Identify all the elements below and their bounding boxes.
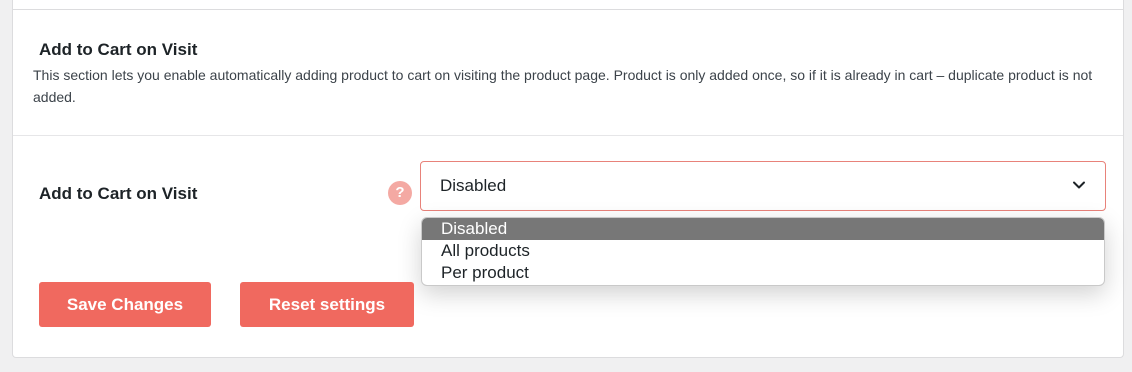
option-all-products[interactable]: All products	[422, 240, 1104, 262]
reset-settings-button[interactable]: Reset settings	[240, 282, 414, 327]
section-description: This section lets you enable automatical…	[33, 67, 1093, 105]
chevron-down-icon	[1073, 181, 1085, 189]
top-divider	[13, 9, 1123, 10]
section-title: Add to Cart on Visit	[39, 40, 198, 59]
add-to-cart-select[interactable]: Disabled	[420, 161, 1106, 211]
option-per-product[interactable]: Per product	[422, 262, 1104, 284]
option-disabled[interactable]: Disabled	[422, 218, 1104, 240]
settings-panel: Add to Cart on Visit This section lets y…	[12, 0, 1124, 358]
field-label: Add to Cart on Visit	[39, 184, 198, 203]
select-current-value: Disabled	[440, 176, 507, 195]
section-divider	[13, 135, 1123, 136]
question-mark-icon[interactable]: ?	[388, 181, 412, 205]
select-dropdown-list: Disabled All products Per product	[421, 217, 1105, 286]
save-changes-button[interactable]: Save Changes	[39, 282, 211, 327]
